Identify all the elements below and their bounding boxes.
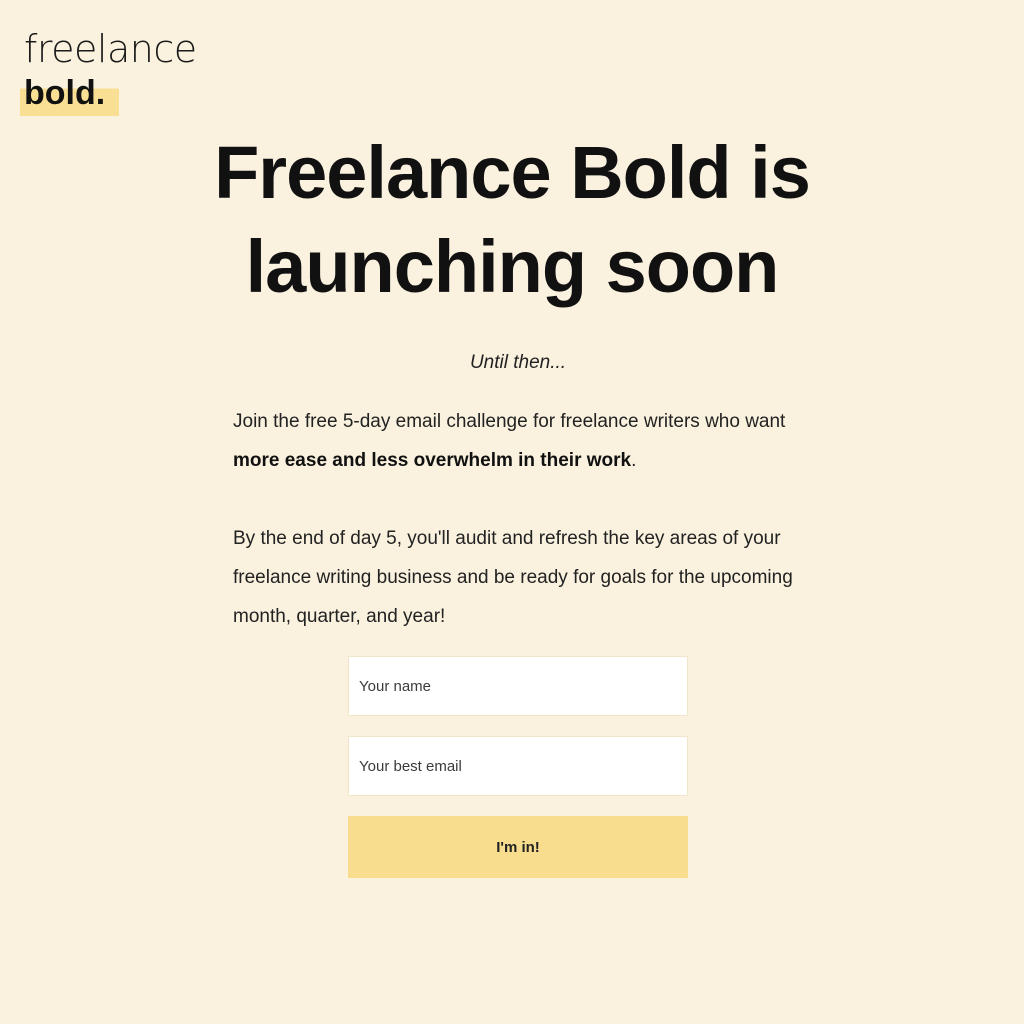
intro-end: . <box>631 450 637 471</box>
page-title-line-1: Freelance Bold is <box>214 131 811 214</box>
logo-wordmark-top: freelance <box>24 27 197 71</box>
logo-wordmark-bottom: bold. <box>20 74 120 116</box>
name-input[interactable] <box>348 656 688 716</box>
email-input[interactable] <box>348 736 688 796</box>
landing-page: freelance bold. Freelance Bold is launch… <box>0 0 1024 1024</box>
page-title-line-2: launching soon <box>245 225 780 308</box>
logo: freelance bold. <box>20 27 197 116</box>
intro-paragraph: Join the free 5-day email challenge for … <box>233 402 793 480</box>
benefit-paragraph: By the end of day 5, you'll audit and re… <box>233 528 793 627</box>
subtitle: Until then... <box>469 352 567 373</box>
intro-emphasis: more ease and less overwhelm in their wo… <box>233 450 632 471</box>
page-title: Freelance Bold is launching soon <box>0 126 1024 314</box>
intro-text: Join the free 5-day email challenge for … <box>233 411 786 432</box>
submit-button[interactable]: I'm in! <box>348 816 688 878</box>
